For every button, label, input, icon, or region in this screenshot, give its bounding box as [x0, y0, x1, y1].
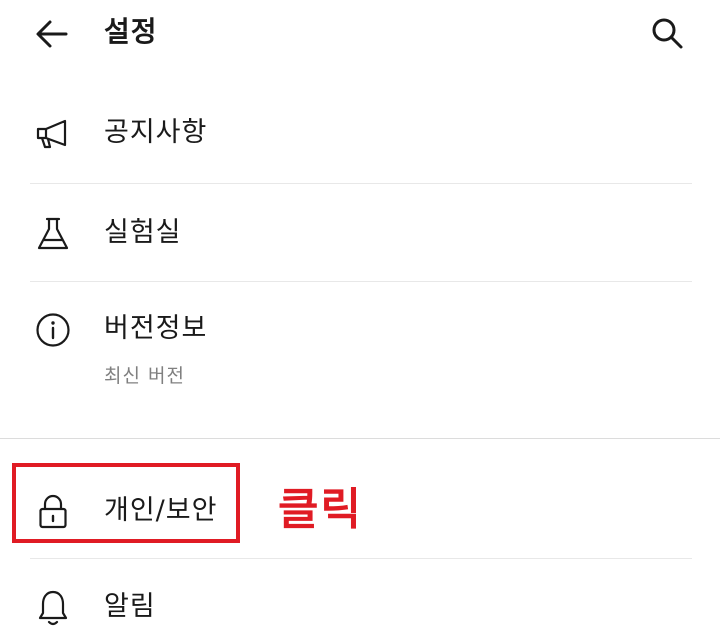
click-annotation: 클릭 — [278, 484, 363, 535]
divider — [30, 281, 692, 282]
megaphone-icon — [33, 114, 73, 154]
menu-item-lab[interactable]: 실험실 — [0, 198, 720, 282]
divider — [30, 558, 692, 559]
menu-item-notice[interactable]: 공지사항 — [0, 100, 720, 184]
back-button[interactable] — [30, 14, 74, 54]
arrow-left-icon — [35, 19, 69, 49]
info-circle-icon — [33, 310, 73, 350]
version-status: 최신 버전 — [104, 365, 185, 387]
menu-item-notifications[interactable]: 알림 — [0, 572, 720, 630]
flask-icon — [33, 214, 73, 254]
lock-icon — [33, 492, 73, 532]
menu-item-label: 공지사항 — [104, 117, 208, 148]
section-divider — [0, 438, 720, 439]
divider — [30, 183, 692, 184]
menu-item-label: 개인/보안 — [104, 495, 218, 526]
bell-icon — [33, 588, 73, 628]
menu-item-label: 실험실 — [104, 217, 182, 248]
page-title: 설정 — [104, 15, 158, 48]
menu-item-label: 버전정보 — [104, 313, 208, 344]
app-header: 설정 — [0, 0, 720, 66]
search-button[interactable] — [644, 12, 690, 54]
menu-item-label: 알림 — [104, 591, 156, 622]
search-icon — [650, 16, 684, 50]
menu-item-version[interactable]: 버전정보 최신 버전 — [0, 296, 720, 438]
